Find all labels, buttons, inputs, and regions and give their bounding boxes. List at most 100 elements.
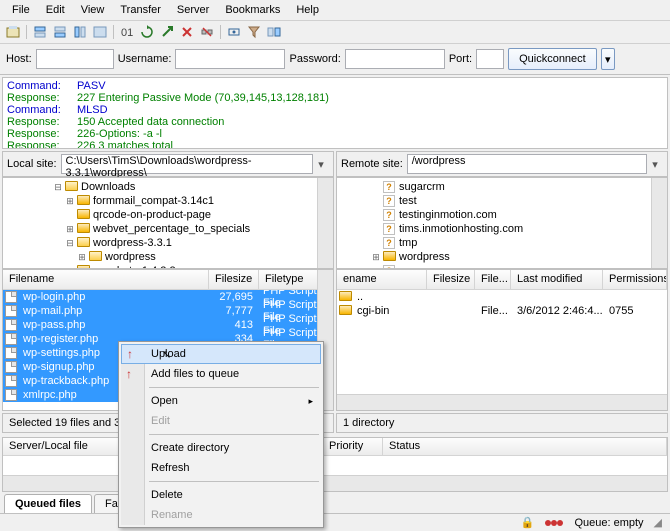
tree-item-label: testinginmotion.com (399, 209, 497, 221)
col-priority[interactable]: Priority (323, 438, 383, 455)
ctx-add-to-queue[interactable]: ↑Add files to queue (121, 364, 321, 384)
upload-icon: ↑ (126, 367, 140, 381)
toolbar-compare-icon[interactable] (265, 23, 283, 41)
col-status[interactable]: Status (383, 438, 667, 455)
menu-edit[interactable]: Edit (38, 2, 73, 18)
local-tree[interactable]: ⊟ Downloads⊞formmail_compat-3.14c1qrcode-… (2, 177, 334, 269)
chevron-down-icon[interactable]: ▾ (647, 158, 663, 171)
scrollbar[interactable] (317, 178, 333, 268)
folder-icon (339, 291, 353, 303)
tree-item[interactable]: ⊞formmail_compat-3.14c1 (3, 194, 333, 208)
file-row[interactable]: cgi-binFile...3/6/2012 2:46:4...0755 (337, 304, 667, 318)
toolbar-toggle1-icon[interactable] (31, 23, 49, 41)
tree-item[interactable]: ⊞webvet_percentage_to_specials (3, 222, 333, 236)
quickconnect-button[interactable]: Quickconnect (508, 48, 597, 70)
menu-server[interactable]: Server (169, 2, 217, 18)
col-filetype[interactable]: File... (475, 270, 511, 289)
local-list-header[interactable]: Filename Filesize Filetype (3, 270, 333, 290)
menu-bookmarks[interactable]: Bookmarks (217, 2, 288, 18)
password-input[interactable] (345, 49, 445, 69)
toolbar-sitemanager-icon[interactable] (4, 23, 22, 41)
tree-toggle-icon[interactable]: ⊞ (369, 252, 383, 262)
tree-item[interactable]: ⊟ Downloads (3, 180, 333, 194)
menu-view[interactable]: View (73, 2, 113, 18)
tree-item[interactable]: ?tims.inmotionhosting.com (337, 222, 667, 236)
chevron-down-icon[interactable]: ▾ (313, 158, 329, 171)
tree-item[interactable]: qrcode-on-product-page (3, 208, 333, 222)
ctx-upload[interactable]: ↑Upload↖ (121, 344, 321, 364)
queue-header[interactable]: Server/Local file Size Priority Status (3, 438, 667, 456)
local-path-combo[interactable]: C:\Users\TimS\Downloads\wordpress-3.3.1\… (61, 154, 313, 174)
tree-toggle-icon[interactable]: ⊞ (75, 252, 89, 262)
folder-icon (77, 223, 91, 235)
log-label: Response: (7, 116, 77, 128)
col-filename[interactable]: ename (337, 270, 427, 289)
port-input[interactable] (476, 49, 504, 69)
file-type: File... (481, 305, 517, 317)
col-permissions[interactable]: Permissions (603, 270, 667, 289)
tree-item[interactable]: ?testinginmotion.com (337, 208, 667, 222)
col-modified[interactable]: Last modified (511, 270, 603, 289)
col-filesize[interactable]: Filesize (209, 270, 259, 289)
col-filesize[interactable]: Filesize (427, 270, 475, 289)
tree-toggle-icon[interactable] (369, 196, 383, 206)
toolbar-process-icon[interactable] (158, 23, 176, 41)
tree-toggle-icon[interactable] (369, 210, 383, 220)
log-label: Response: (7, 92, 77, 104)
col-filename[interactable]: Filename (3, 270, 209, 289)
tree-item-label: Downloads (81, 181, 135, 193)
resize-grip-icon[interactable]: ◢ (654, 516, 662, 529)
scrollbar[interactable] (337, 394, 667, 410)
username-input[interactable] (175, 49, 285, 69)
toolbar-toggle4-icon[interactable] (91, 23, 109, 41)
toolbar-toggle2-icon[interactable] (51, 23, 69, 41)
tree-toggle-icon[interactable] (369, 224, 383, 234)
toolbar-disconnect-icon[interactable] (198, 23, 216, 41)
tree-item-label: tmp (399, 237, 417, 249)
folder-icon (65, 181, 79, 193)
tree-toggle-icon[interactable] (369, 182, 383, 192)
tab-queued[interactable]: Queued files (4, 494, 92, 513)
remote-file-list[interactable]: ename Filesize File... Last modified Per… (336, 269, 668, 411)
file-lists: Filename Filesize Filetype wp-login.php2… (0, 269, 670, 411)
tree-item[interactable]: ?tmp (337, 236, 667, 250)
tree-toggle-icon[interactable]: ⊟ (63, 238, 77, 248)
tree-toggle-icon[interactable]: ⊟ (51, 182, 65, 192)
host-input[interactable] (36, 49, 114, 69)
folder-icon (77, 195, 91, 207)
ctx-create-directory[interactable]: Create directory (121, 438, 321, 458)
menu-transfer[interactable]: Transfer (112, 2, 169, 18)
port-label: Port: (449, 53, 472, 65)
file-row[interactable]: .. (337, 290, 667, 304)
toolbar-binary-icon[interactable]: 01 (118, 23, 136, 41)
tree-toggle-icon[interactable] (369, 238, 383, 248)
tree-item[interactable]: ⊟wordpress-3.3.1 (3, 236, 333, 250)
scrollbar[interactable] (651, 178, 667, 268)
tree-item[interactable]: ?test (337, 194, 667, 208)
toolbar-refresh-icon[interactable] (138, 23, 156, 41)
ctx-refresh[interactable]: Refresh (121, 458, 321, 478)
message-log[interactable]: Command:PASV Response:227 Entering Passi… (2, 77, 668, 149)
toolbar-reconnect-icon[interactable] (225, 23, 243, 41)
remote-path-combo[interactable]: /wordpress (407, 154, 647, 174)
remote-tree[interactable]: ?sugarcrm?test?testinginmotion.com?tims.… (336, 177, 668, 269)
tree-toggle-icon[interactable] (63, 210, 77, 220)
tree-item[interactable]: ⊞wordpress (3, 250, 333, 264)
ctx-open[interactable]: Open▸ (121, 391, 321, 411)
tree-item[interactable]: ?sugarcrm (337, 180, 667, 194)
log-label: Command: (7, 80, 77, 92)
menu-help[interactable]: Help (288, 2, 327, 18)
ctx-delete[interactable]: Delete (121, 485, 321, 505)
tree-toggle-icon[interactable]: ⊞ (63, 196, 77, 206)
transfer-queue[interactable]: Server/Local file Size Priority Status (2, 437, 668, 492)
tree-toggle-icon[interactable]: ⊞ (63, 224, 77, 234)
scrollbar[interactable] (3, 475, 667, 491)
toolbar-cancel-icon[interactable] (178, 23, 196, 41)
toolbar-toggle3-icon[interactable] (71, 23, 89, 41)
toolbar-filter-icon[interactable] (245, 23, 263, 41)
folder-icon (89, 251, 103, 263)
menu-file[interactable]: File (4, 2, 38, 18)
tree-item[interactable]: ⊞wordpress (337, 250, 667, 264)
quickconnect-dropdown[interactable]: ▾ (601, 48, 615, 70)
remote-list-header[interactable]: ename Filesize File... Last modified Per… (337, 270, 667, 290)
